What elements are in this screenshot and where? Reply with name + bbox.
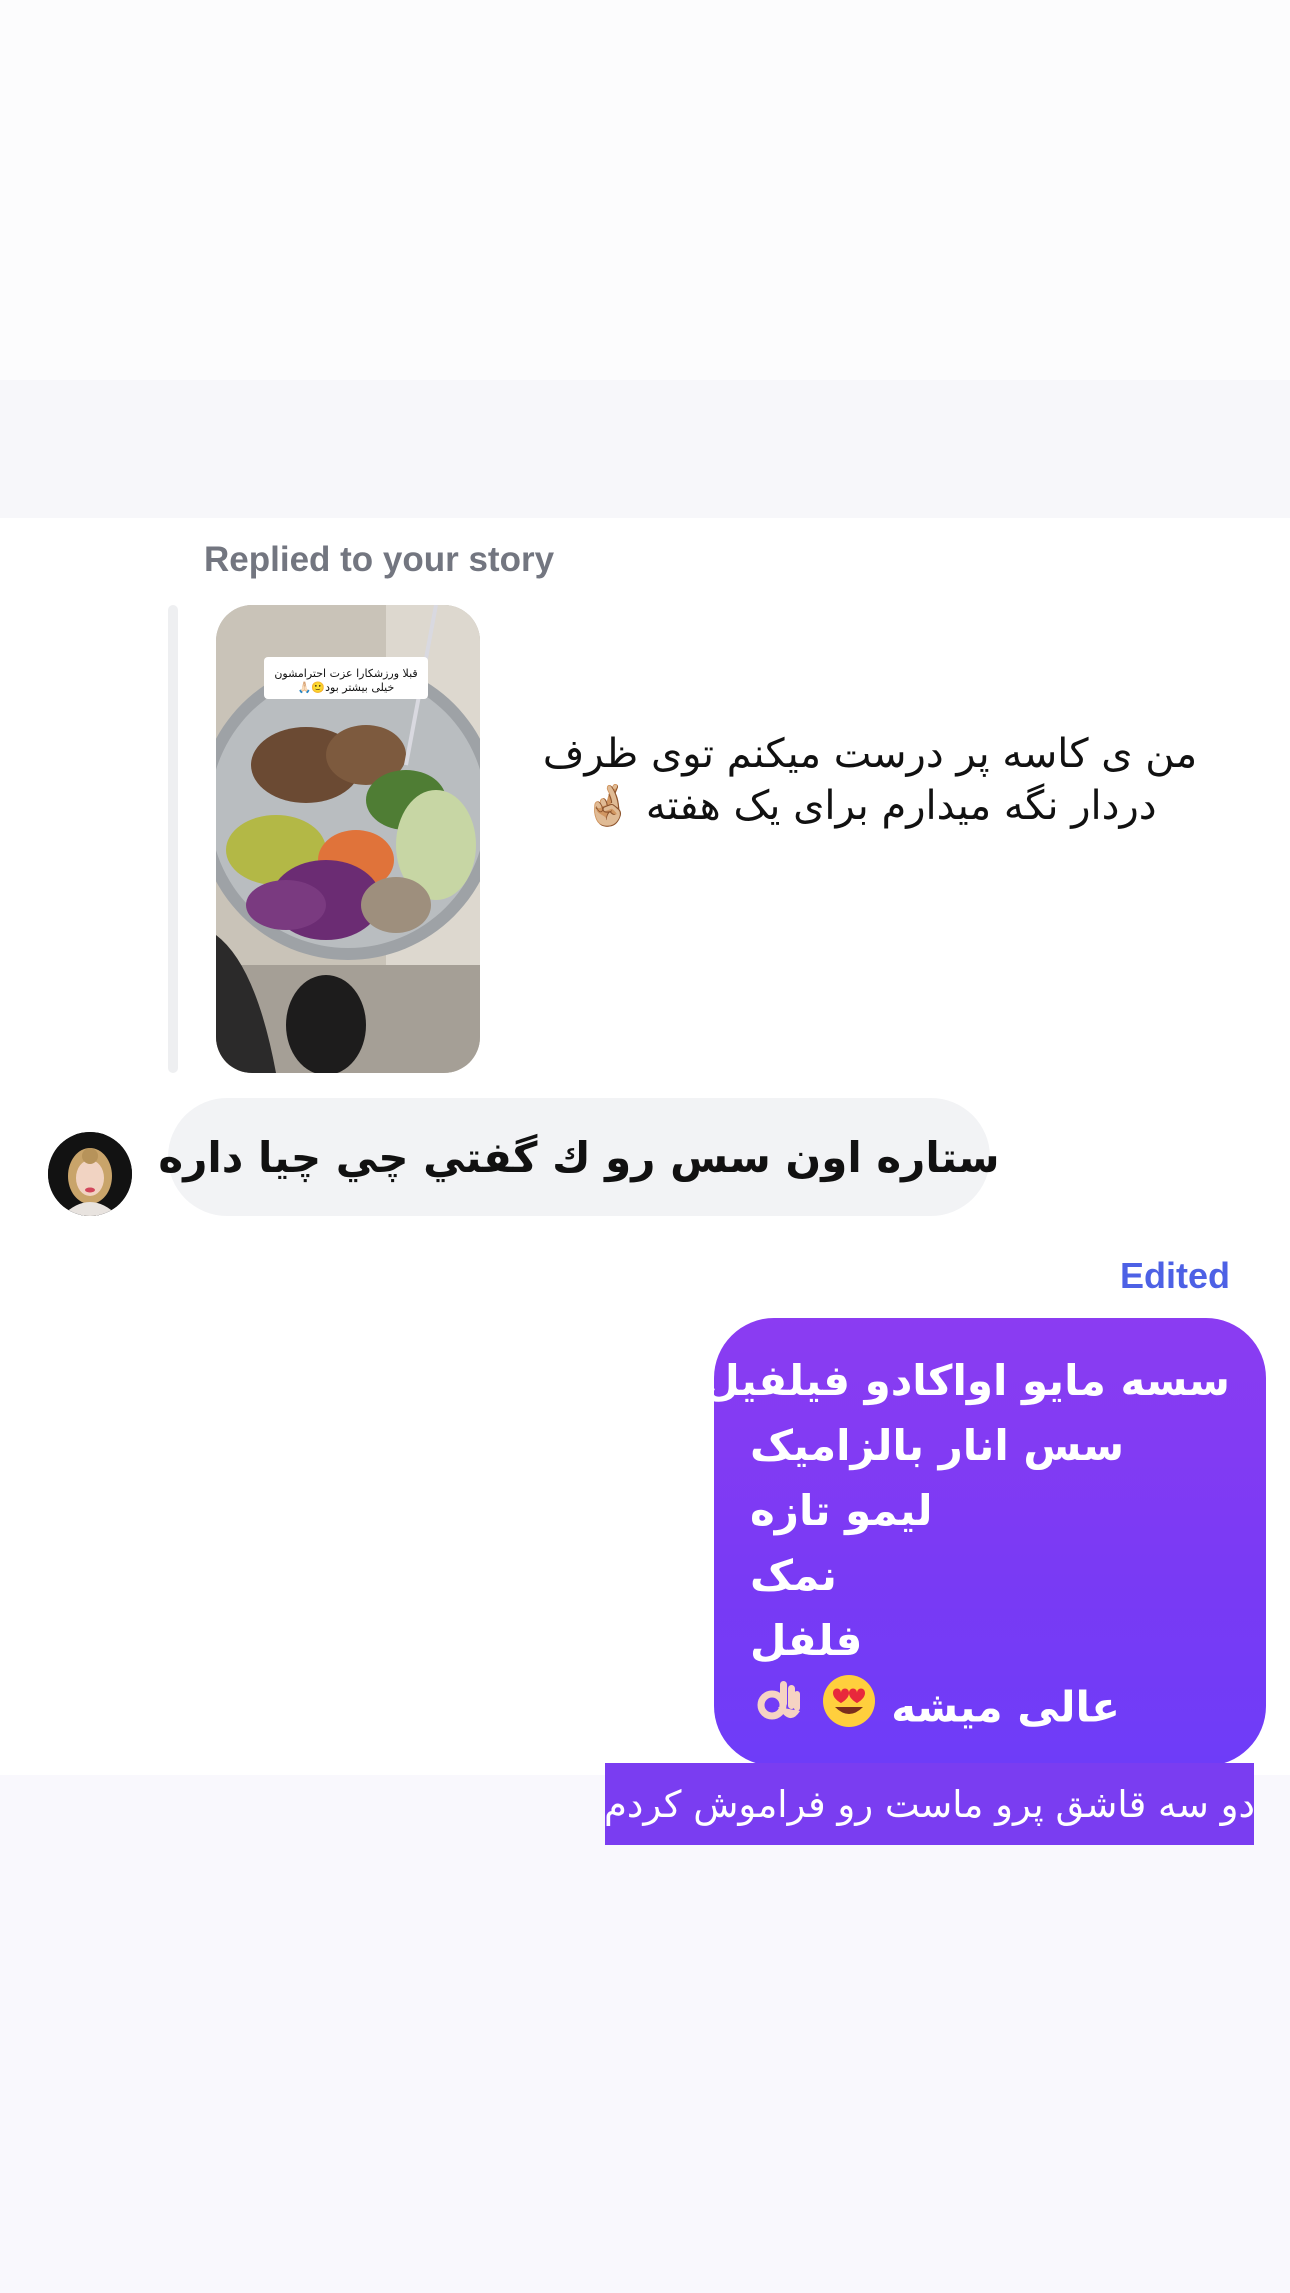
edited-label: Edited bbox=[1119, 1255, 1230, 1296]
story-caption: قبلا ورزشکارا عزت احترامشون خیلی بیشتر ب… bbox=[264, 657, 428, 699]
message-line: سس انار بالزامیک bbox=[750, 1421, 1125, 1470]
story-reply-label: Replied to your story bbox=[204, 540, 555, 579]
bottom-background bbox=[0, 1775, 1290, 2293]
divider-band bbox=[0, 380, 1290, 518]
message-line: لیمو تازه bbox=[750, 1486, 933, 1535]
avatar-image bbox=[48, 1132, 132, 1216]
message-line-with-emoji: عالی میشه bbox=[750, 1673, 1230, 1738]
reply-input-text: دو سه قاشق پرو ماست رو فراموش کردم bbox=[604, 1782, 1255, 1826]
message-line: فلفل bbox=[750, 1616, 863, 1665]
top-background bbox=[0, 0, 1290, 380]
message-line: نمک bbox=[750, 1551, 837, 1600]
reply-input-bar[interactable]: دو سه قاشق پرو ماست رو فراموش کردم bbox=[604, 1763, 1255, 1845]
incoming-message-text: ستاره اون سس رو ك گفتي چي چيا داره bbox=[158, 1132, 1000, 1182]
message-line-text: عالی میشه bbox=[891, 1682, 1120, 1732]
heart-eyes-emoji-icon bbox=[821, 1673, 877, 1747]
user-avatar[interactable] bbox=[48, 1132, 132, 1216]
story-message: من ی کاسه پر درست میکنم توی ظرف دردار نگ… bbox=[520, 728, 1220, 832]
story-quote-bar bbox=[168, 605, 178, 1073]
story-thumbnail[interactable]: قبلا ورزشکارا عزت احترامشون خیلی بیشتر ب… bbox=[216, 605, 480, 1073]
message-line: سسه مایو اواکادو فیلفیل bbox=[703, 1356, 1230, 1405]
outgoing-message-bubble[interactable]: سسه مایو اواکادو فیلفیل سس انار بالزامیک… bbox=[703, 1318, 1266, 1766]
ok-hand-emoji-icon bbox=[750, 1673, 806, 1747]
story-message-line: دردار نگه میدارم برای یک هفته 🤞🏼 bbox=[583, 783, 1157, 829]
story-message-line: من ی کاسه پر درست میکنم توی ظرف bbox=[542, 731, 1198, 777]
incoming-message-bubble[interactable]: ستاره اون سس رو ك گفتي چي چيا داره bbox=[158, 1098, 1000, 1216]
